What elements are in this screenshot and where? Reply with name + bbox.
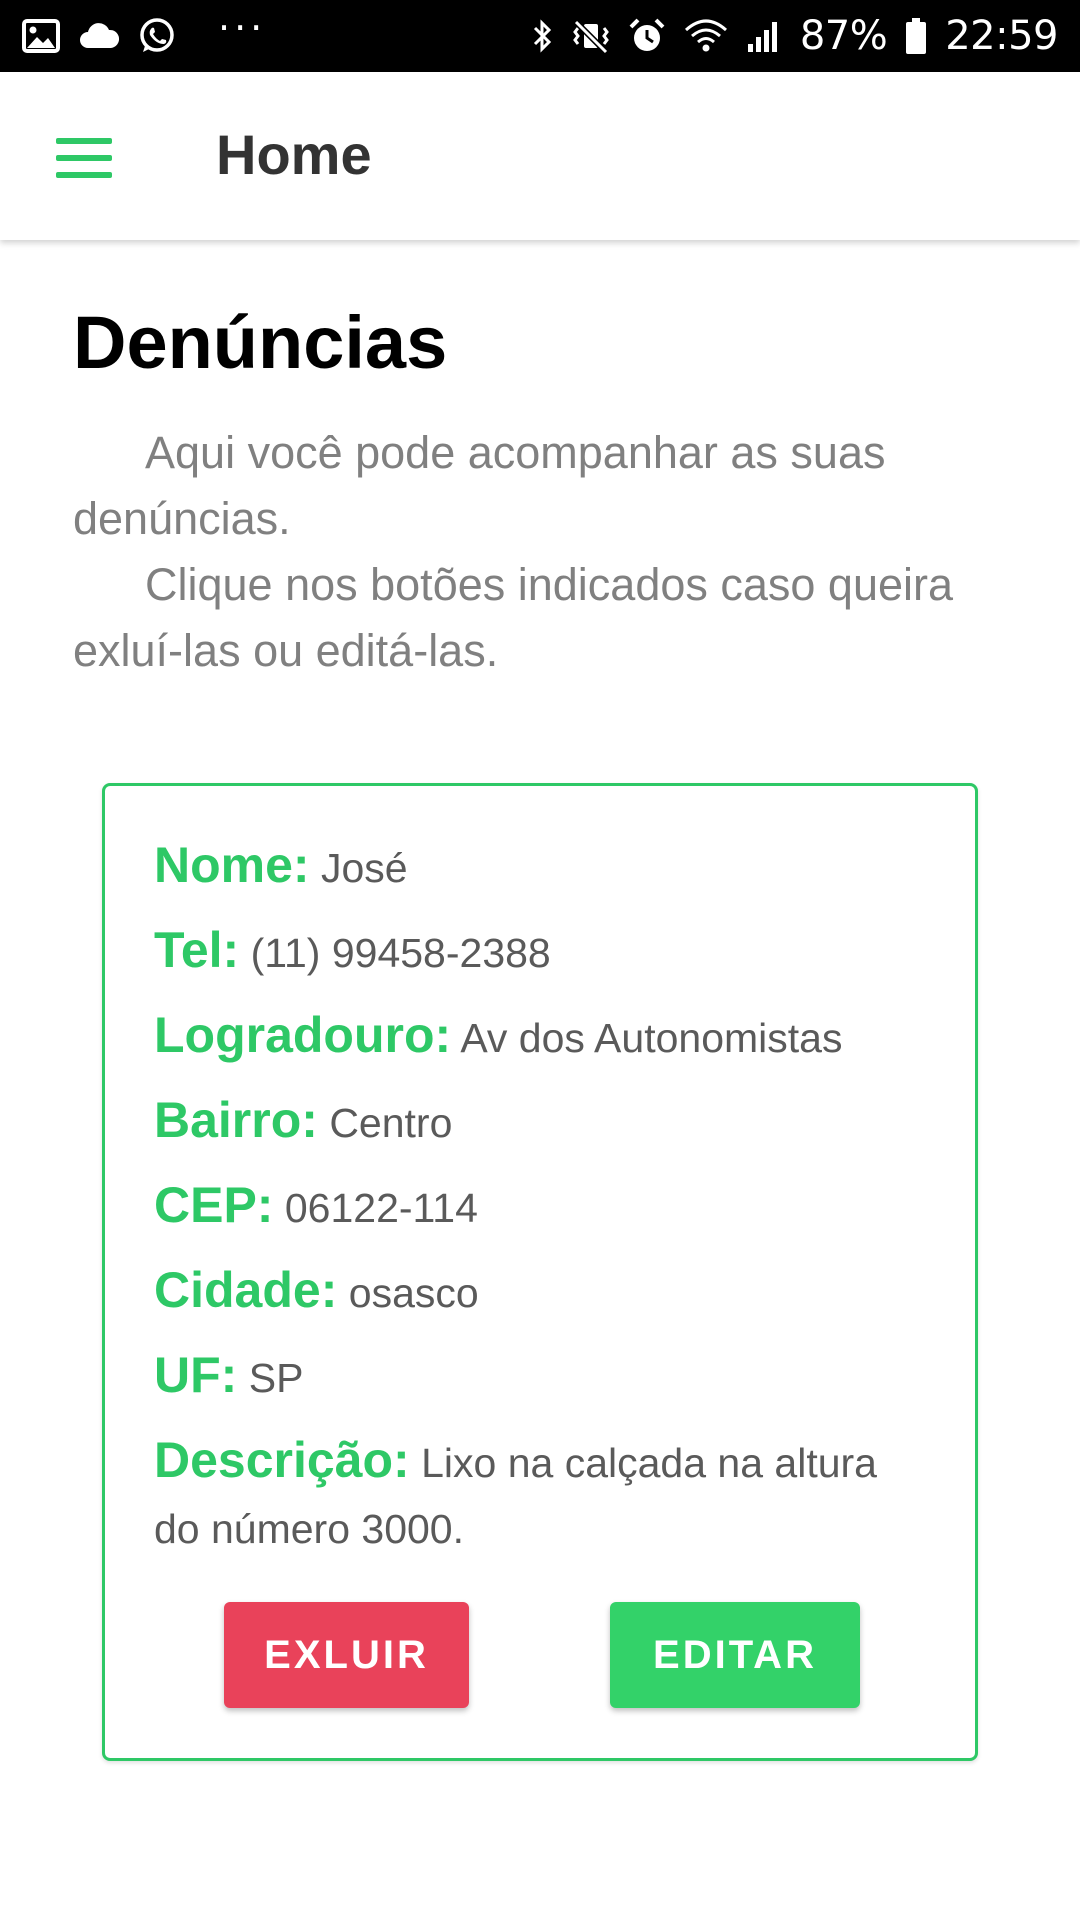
cloud-icon	[78, 22, 120, 50]
field-label: CEP:	[154, 1177, 274, 1233]
field-nome: Nome: José	[154, 832, 914, 901]
battery-icon	[905, 17, 927, 55]
field-value: osasco	[348, 1270, 479, 1316]
wifi-icon	[684, 18, 728, 54]
intro-paragraph: Clique nos botões indicados caso queira …	[73, 559, 954, 676]
edit-button[interactable]: EDITAR	[610, 1602, 860, 1708]
vibrate-mute-icon	[572, 18, 610, 54]
field-value: (11) 99458-2388	[250, 930, 551, 976]
field-value: 06122-114	[284, 1185, 478, 1231]
field-value: Av dos Autonomistas	[460, 1015, 843, 1061]
field-uf: UF: SP	[154, 1342, 914, 1411]
field-cidade: Cidade: osasco	[154, 1257, 914, 1326]
field-descricao: Descrição: Lixo na calçada na altura do …	[154, 1427, 914, 1562]
field-label: Bairro:	[154, 1092, 318, 1148]
status-bar: ··· 87% 22:59	[0, 0, 1080, 72]
alarm-icon	[628, 17, 666, 55]
field-value: Centro	[329, 1100, 453, 1146]
field-label: Nome:	[154, 837, 310, 893]
field-value: SP	[248, 1355, 304, 1401]
intro-text: Aqui você pode acompanhar as suas denúnc…	[73, 420, 1023, 684]
clock: 22:59	[945, 13, 1058, 59]
page-title: Denúncias	[73, 301, 448, 384]
complaint-fields: Nome: José Tel: (11) 99458-2388 Logradou…	[154, 832, 914, 1578]
field-logradouro: Logradouro: Av dos Autonomistas	[154, 1002, 914, 1071]
status-bar-left: ···	[22, 6, 266, 58]
field-cep: CEP: 06122-114	[154, 1172, 914, 1241]
hamburger-menu-icon[interactable]	[56, 138, 112, 178]
field-label: UF:	[154, 1347, 238, 1403]
field-value: José	[320, 845, 408, 891]
field-label: Descrição:	[154, 1432, 410, 1488]
field-label: Logradouro:	[154, 1007, 452, 1063]
image-icon	[22, 19, 60, 53]
bluetooth-icon	[532, 18, 554, 54]
more-notifications-dots: ···	[218, 6, 267, 50]
delete-button[interactable]: EXLUIR	[224, 1602, 469, 1708]
complaint-card: Nome: José Tel: (11) 99458-2388 Logradou…	[102, 783, 978, 1761]
field-label: Cidade:	[154, 1262, 338, 1318]
battery-percentage: 87%	[799, 13, 888, 59]
field-label: Tel:	[154, 922, 240, 978]
whatsapp-icon	[138, 17, 176, 55]
app-bar-title: Home	[216, 123, 372, 186]
intro-paragraph: Aqui você pode acompanhar as suas denúnc…	[73, 427, 886, 544]
field-bairro: Bairro: Centro	[154, 1087, 914, 1156]
field-tel: Tel: (11) 99458-2388	[154, 917, 914, 986]
app-bar: Home	[0, 72, 1080, 240]
signal-icon	[746, 18, 782, 54]
status-bar-right: 87% 22:59	[532, 13, 1058, 59]
